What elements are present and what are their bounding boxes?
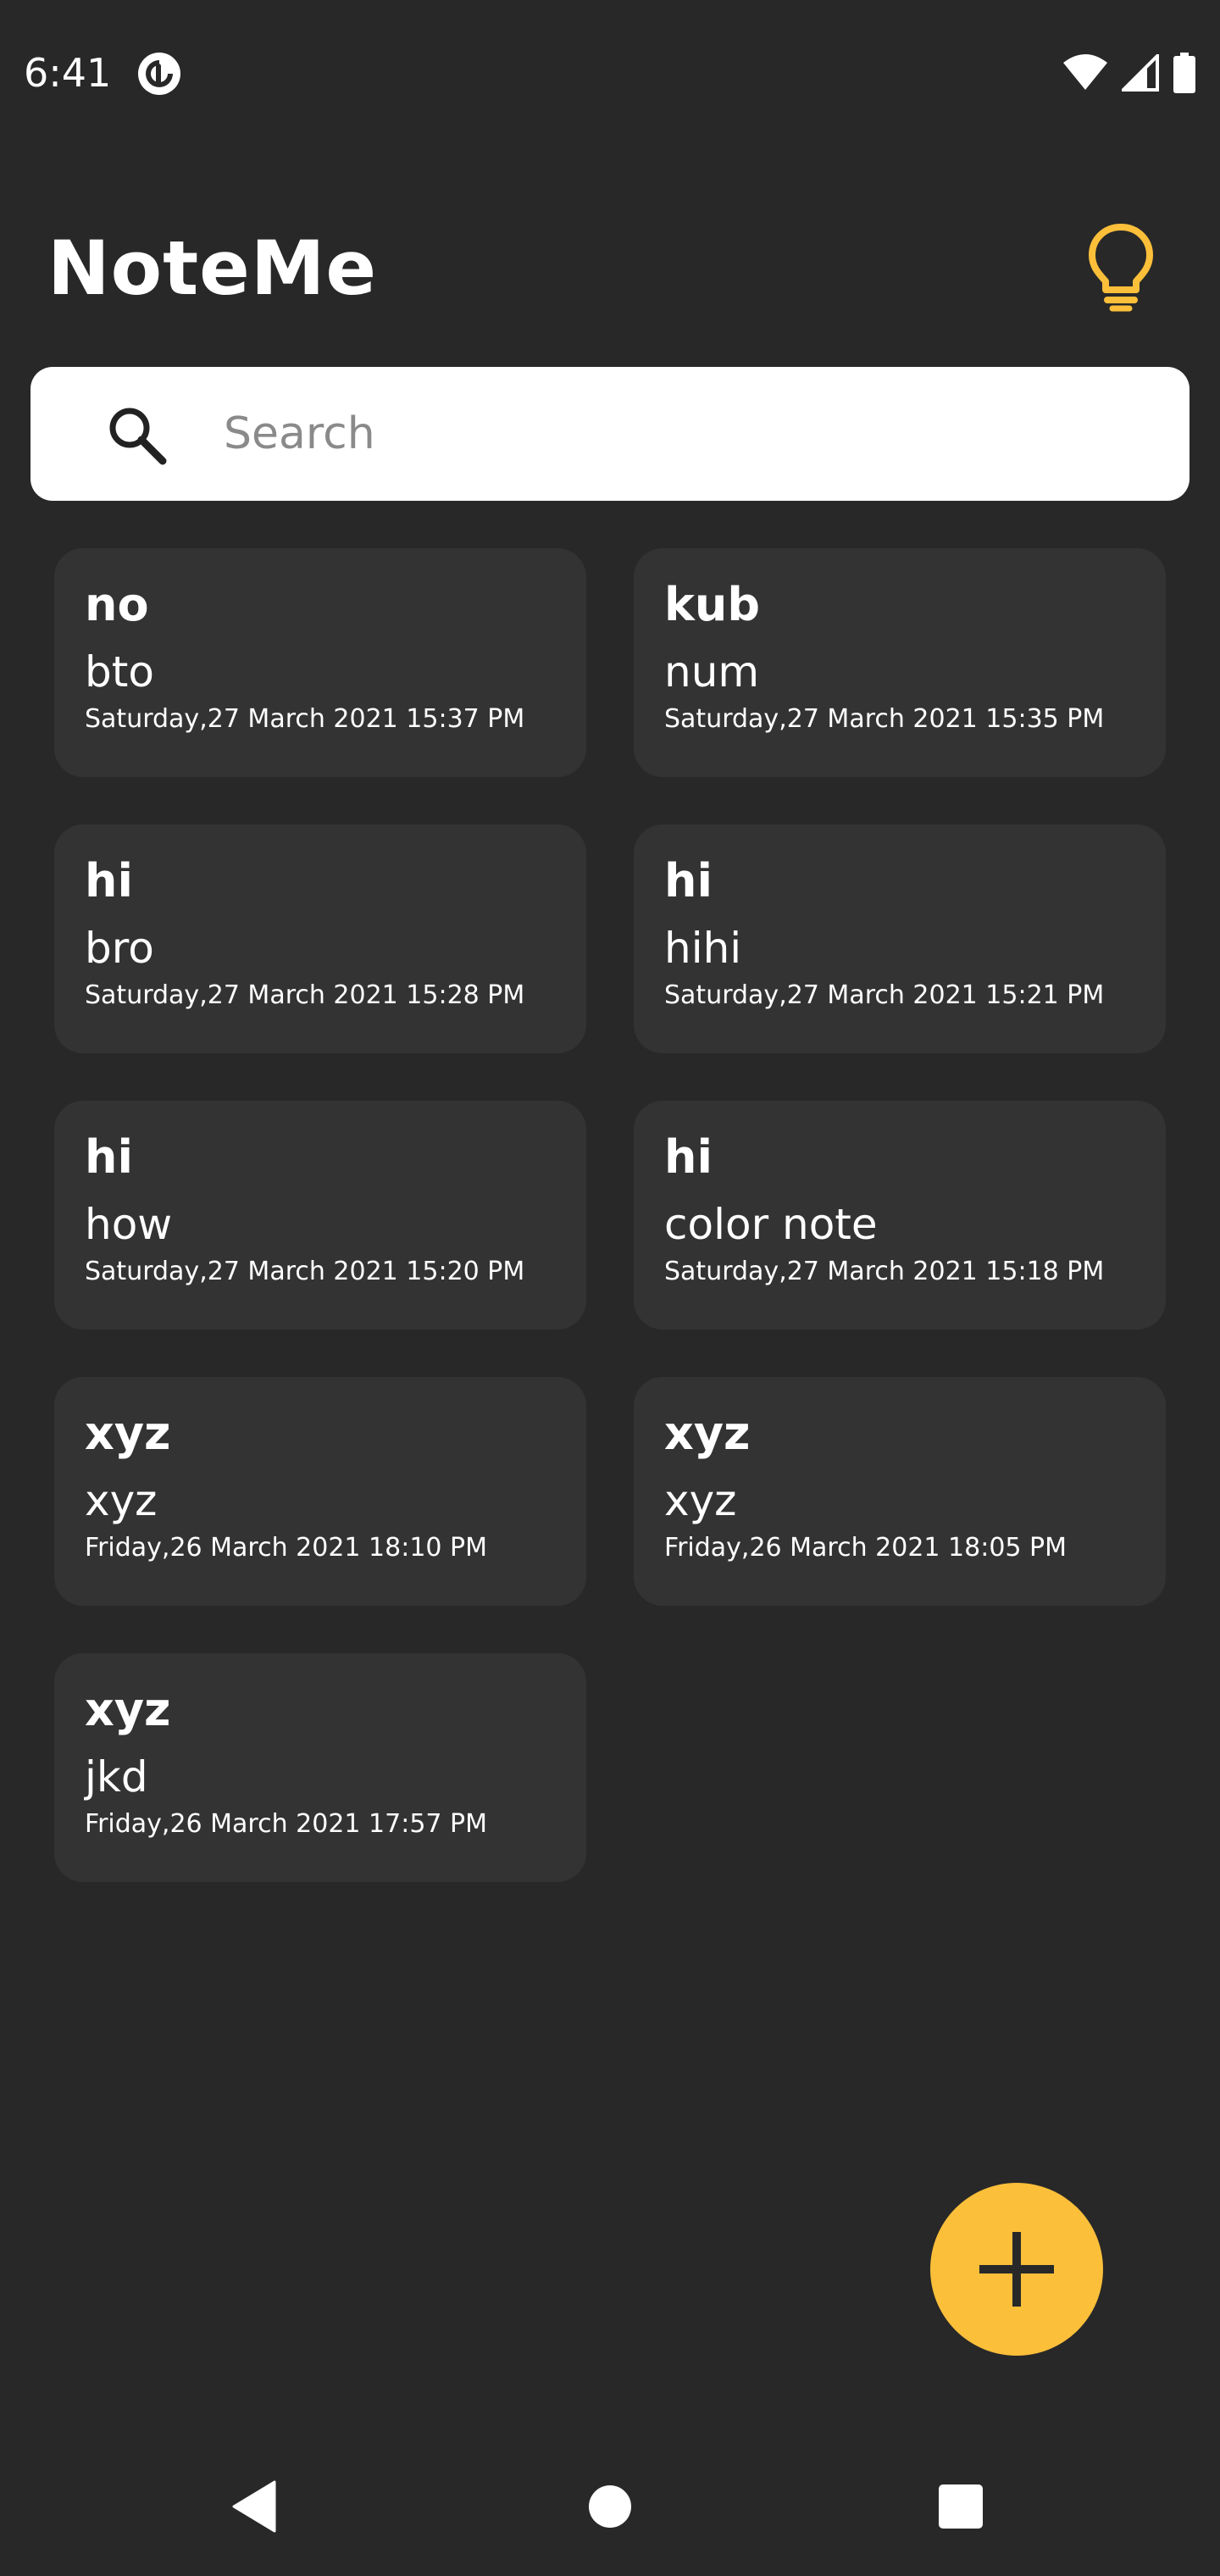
- note-title: xyz: [664, 1407, 751, 1460]
- note-body: bto: [85, 647, 154, 697]
- pocket-casts-icon: [138, 53, 180, 95]
- note-title: hi: [85, 854, 133, 908]
- status-time: 6:41: [24, 50, 112, 96]
- wifi-icon: [1063, 54, 1107, 90]
- note-date: Saturday,27 March 2021 15:35 PM: [664, 704, 1105, 734]
- home-circle-icon: [589, 2485, 631, 2528]
- note-title: xyz: [85, 1683, 171, 1736]
- note-body: bro: [85, 924, 154, 973]
- note-card[interactable]: hi bro Saturday,27 March 2021 15:28 PM: [54, 824, 586, 1053]
- note-title: kub: [664, 578, 761, 631]
- home-button[interactable]: [559, 2456, 661, 2557]
- note-card[interactable]: xyz jkd Friday,26 March 2021 17:57 PM: [54, 1653, 586, 1882]
- note-card[interactable]: hi hihi Saturday,27 March 2021 15:21 PM: [634, 824, 1166, 1053]
- status-bar: 6:41: [0, 0, 1220, 144]
- note-date: Friday,26 March 2021 18:05 PM: [664, 1533, 1068, 1563]
- note-title: hi: [85, 1130, 133, 1184]
- search-input[interactable]: [191, 392, 1149, 475]
- note-date: Saturday,27 March 2021 15:20 PM: [85, 1257, 525, 1286]
- note-body: xyz: [85, 1476, 158, 1525]
- note-date: Saturday,27 March 2021 15:21 PM: [664, 980, 1105, 1010]
- cell-signal-icon: [1122, 54, 1159, 92]
- note-body: jkd: [85, 1752, 148, 1802]
- note-card[interactable]: hi how Saturday,27 March 2021 15:20 PM: [54, 1101, 586, 1330]
- plus-icon: [979, 2232, 1054, 2307]
- recents-square-icon: [939, 2484, 983, 2529]
- status-icons: [1062, 49, 1196, 97]
- note-date: Friday,26 March 2021 18:10 PM: [85, 1533, 488, 1563]
- search-bar[interactable]: [30, 367, 1190, 501]
- note-date: Saturday,27 March 2021 15:28 PM: [85, 980, 525, 1010]
- notes-screen: 6:41 NoteMe Search no bto Saturday,27 Ma…: [0, 0, 1220, 2576]
- theme-toggle-button[interactable]: [1076, 216, 1166, 318]
- search-icon: [109, 408, 167, 465]
- note-card[interactable]: xyz xyz Friday,26 March 2021 18:10 PM: [54, 1377, 586, 1606]
- note-body: hihi: [664, 924, 742, 973]
- system-nav-bar: [0, 2440, 1220, 2576]
- battery-icon: [1173, 53, 1195, 93]
- note-card[interactable]: kub num Saturday,27 March 2021 15:35 PM: [634, 548, 1166, 777]
- note-body: color note: [664, 1200, 878, 1249]
- note-body: xyz: [664, 1476, 737, 1525]
- note-date: Friday,26 March 2021 17:57 PM: [85, 1809, 488, 1839]
- note-card[interactable]: no bto Saturday,27 March 2021 15:37 PM: [54, 548, 586, 777]
- note-title: xyz: [85, 1407, 171, 1460]
- note-title: hi: [664, 1130, 713, 1184]
- back-triangle-icon: [232, 2480, 276, 2533]
- note-body: how: [85, 1200, 173, 1249]
- notes-grid: no bto Saturday,27 March 2021 15:37 PM k…: [54, 548, 1166, 1882]
- note-card[interactable]: hi color note Saturday,27 March 2021 15:…: [634, 1101, 1166, 1330]
- note-body: num: [664, 647, 760, 697]
- app-title: NoteMe: [47, 225, 378, 312]
- note-title: no: [85, 578, 149, 631]
- add-note-button[interactable]: [930, 2183, 1103, 2356]
- note-date: Saturday,27 March 2021 15:37 PM: [85, 704, 525, 734]
- note-card[interactable]: xyz xyz Friday,26 March 2021 18:05 PM: [634, 1377, 1166, 1606]
- recents-button[interactable]: [910, 2456, 1012, 2557]
- lightbulb-icon: [1089, 224, 1153, 312]
- back-button[interactable]: [203, 2456, 305, 2557]
- note-date: Saturday,27 March 2021 15:18 PM: [664, 1257, 1105, 1286]
- note-title: hi: [664, 854, 713, 908]
